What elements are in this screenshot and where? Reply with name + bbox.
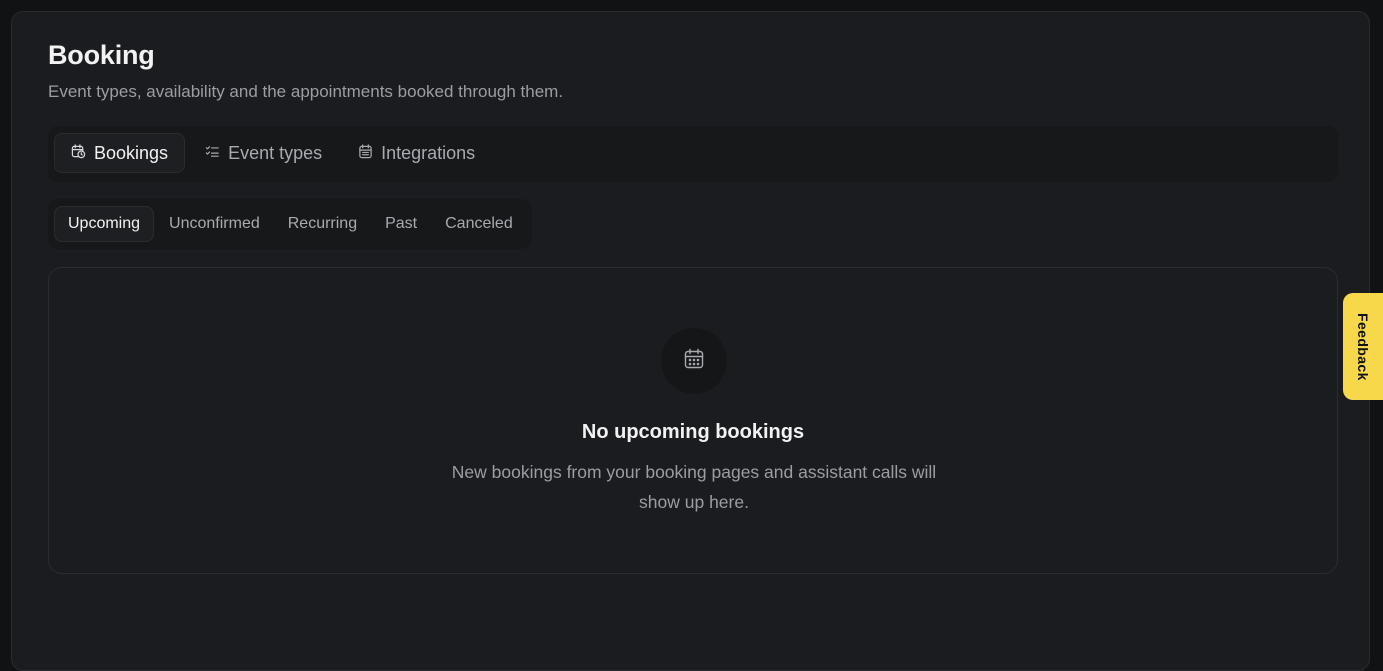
empty-state-card: No upcoming bookings New bookings from y…: [48, 267, 1338, 574]
booking-panel: Booking Event types, availability and th…: [11, 11, 1370, 671]
tab-unconfirmed[interactable]: Unconfirmed: [156, 206, 273, 242]
tab-past[interactable]: Past: [372, 206, 430, 242]
calendar-icon: [683, 348, 705, 375]
tab-event-types[interactable]: Event types: [189, 133, 338, 173]
empty-state-icon-wrap: [661, 328, 727, 394]
tab-label: Bookings: [94, 142, 169, 163]
calendar-icon: [358, 143, 373, 164]
page-title: Booking: [48, 40, 155, 70]
tab-bookings[interactable]: Bookings: [54, 133, 186, 173]
tab-recurring[interactable]: Recurring: [275, 206, 370, 242]
tab-upcoming[interactable]: Upcoming: [54, 206, 155, 242]
booking-filter-tabs: Upcoming Unconfirmed Recurring Past Canc…: [48, 199, 532, 249]
tab-canceled[interactable]: Canceled: [432, 206, 526, 242]
list-check-icon: [205, 143, 220, 164]
tab-label: Event types: [228, 142, 323, 163]
tab-integrations[interactable]: Integrations: [342, 133, 491, 173]
tab-label: Integrations: [381, 142, 476, 163]
page-subtitle: Event types, availability and the appoin…: [48, 82, 564, 101]
empty-state-title: No upcoming bookings: [581, 421, 805, 443]
feedback-label: Feedback: [1355, 312, 1371, 381]
calendar-clock-icon: [71, 143, 86, 164]
empty-state-description: New bookings from your booking pages and…: [451, 462, 937, 512]
feedback-button[interactable]: Feedback: [1343, 293, 1383, 400]
main-tabs: Bookings Event types Integrations: [48, 126, 1338, 182]
